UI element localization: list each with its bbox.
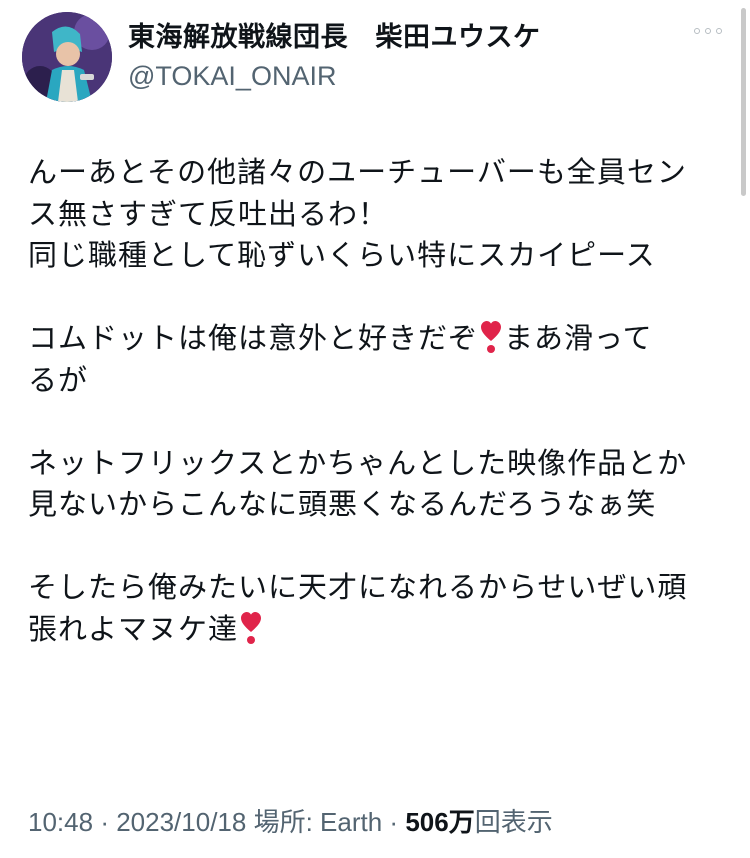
tweet-line: 見ないからこんなに頭悪くなるんだろうなぁ笑 — [28, 487, 657, 521]
tweet-detail: 東海解放戦線団長 柴田ユウスケ @TOKAI_ONAIR んーあとその他諸々のユ… — [0, 0, 750, 858]
dot — [716, 28, 722, 34]
dot — [694, 28, 700, 34]
tweet-line: るが — [28, 362, 89, 397]
tweet-line: 同じ職種として恥ずいくらい特にスカイピース — [28, 238, 656, 272]
tweet-text: んーあとその他諸々のユーチューバーも全員セン ス無さすぎて反吐出るわ！ 同じ職種… — [28, 152, 728, 650]
tweet-line: コムドットは俺は意外と好きだぞ まあ滑って — [28, 318, 728, 360]
tweet-header: 東海解放戦線団長 柴田ユウスケ @TOKAI_ONAIR — [22, 12, 728, 104]
views-number: 506 — [405, 807, 449, 837]
tweet-line-part: 張れよマヌケ達 — [28, 611, 239, 646]
tweet-time[interactable]: 10:48 — [28, 807, 93, 837]
tweet-line: ネットフリックスとかちゃんとした映像作品とか — [28, 445, 688, 480]
views-unit: 万 — [448, 807, 475, 837]
tweet-line: 張れよマヌケ達 — [28, 609, 728, 651]
tweet-line: そしたら俺みたいに天才になれるからせいぜい頑 — [28, 570, 688, 604]
user-names: 東海解放戦線団長 柴田ユウスケ @TOKAI_ONAIR — [128, 20, 541, 94]
tweet-meta: 10:48 · 2023/10/18 場所: Earth · 506万回表示 — [28, 802, 553, 839]
user-handle[interactable]: @TOKAI_ONAIR — [128, 58, 541, 94]
tweet-location: 場所: Earth — [253, 807, 383, 837]
views-label: 回表示 — [474, 807, 553, 837]
separator: · — [389, 807, 399, 837]
tweet-date[interactable]: 2023/10/18 — [116, 807, 246, 837]
heavy-heart-exclamation-icon — [240, 611, 262, 657]
tweet-line-part: コムドットは俺は意外と好きだぞ — [28, 321, 479, 355]
views-count[interactable]: 506万 — [405, 807, 474, 837]
tweet-line-part: まあ滑って — [504, 321, 653, 355]
more-options-icon[interactable] — [694, 28, 722, 34]
avatar-image — [22, 12, 112, 102]
avatar[interactable] — [22, 12, 112, 102]
dot — [705, 28, 711, 34]
tweet-line: んーあとその他諸々のユーチューバーも全員セン — [28, 155, 687, 189]
display-name[interactable]: 東海解放戦線団長 柴田ユウスケ — [128, 20, 541, 56]
tweet-line: ス無さすぎて反吐出るわ！ — [28, 196, 389, 231]
scrollbar[interactable] — [741, 8, 746, 196]
separator: · — [100, 807, 109, 837]
heavy-heart-exclamation-icon — [480, 320, 502, 366]
